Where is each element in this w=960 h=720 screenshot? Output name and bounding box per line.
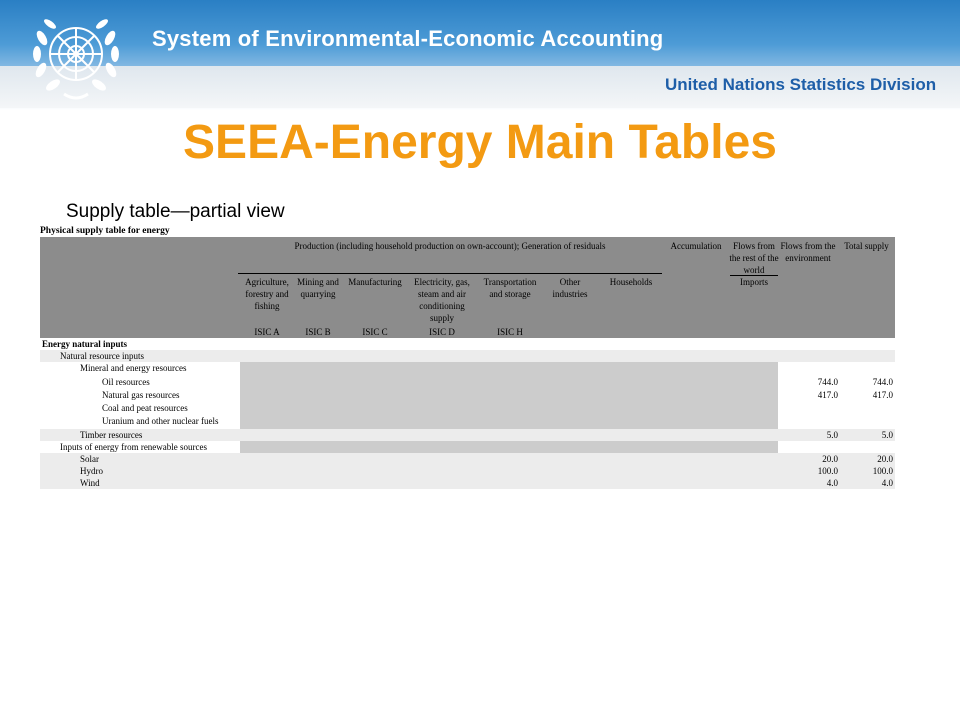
table-title: Physical supply table for energy (40, 226, 170, 236)
row-label: Mineral and energy resources (80, 363, 187, 373)
col-accumulation: Accumulation (670, 241, 722, 251)
isic-d: ISIC D (429, 327, 455, 337)
table-row: Timber resources 5.0 5.0 (40, 429, 895, 441)
group-header: Production (including household producti… (294, 241, 606, 251)
isic-c: ISIC C (362, 327, 388, 337)
col-other-industries: Other industries (552, 277, 588, 299)
slide-subtitle: Supply table—partial view (66, 201, 285, 222)
table-header: Production (including household producti… (40, 237, 895, 338)
row-label: Wind (80, 478, 100, 488)
flows-env-value: 20.0 (822, 454, 838, 464)
row-label: Energy natural inputs (42, 339, 128, 349)
col-mining: Mining and quarrying (297, 277, 339, 299)
group-header-rule (238, 273, 662, 274)
row-label: Coal and peat resources (102, 403, 188, 413)
row-label: Oil resources (102, 377, 150, 387)
table-row: Oil resources 744.0 744.0 (40, 376, 895, 388)
table-row: Solar 20.0 20.0 (40, 453, 895, 465)
col-agriculture: Agriculture, forestry and fishing (245, 277, 289, 311)
row-label: Inputs of energy from renewable sources (60, 442, 208, 452)
isic-a: ISIC A (254, 327, 280, 337)
col-electricity: Electricity, gas, steam and air conditio… (414, 277, 470, 323)
table-row: Uranium and other nuclear fuels (40, 415, 895, 427)
un-emblem-icon (33, 19, 119, 100)
col-flows-rest-of-world: Flows from the rest of the world (729, 241, 779, 275)
flows-env-value: 100.0 (817, 466, 838, 476)
col-households: Households (609, 277, 653, 287)
row-label: Hydro (80, 466, 103, 476)
division-name: United Nations Statistics Division (665, 75, 937, 94)
table-row: Natural resource inputs (40, 350, 895, 362)
table-row: Wind 4.0 4.0 (40, 477, 895, 489)
col-flows-environment: Flows from the environment (780, 241, 836, 263)
isic-b: ISIC B (305, 327, 331, 337)
table-row: Inputs of energy from renewable sources (40, 441, 895, 453)
isic-h: ISIC H (497, 327, 523, 337)
flows-env-value: 4.0 (826, 478, 838, 488)
page-title: SEEA-Energy Main Tables (183, 116, 777, 169)
col-manufacturing: Manufacturing (348, 277, 402, 287)
total-value: 417.0 (872, 390, 893, 400)
table-row: Natural gas resources 417.0 417.0 (40, 389, 895, 401)
system-title: System of Environmental-Economic Account… (152, 26, 664, 51)
total-value: 744.0 (872, 377, 893, 387)
total-value: 5.0 (881, 430, 893, 440)
row-label: Natural gas resources (102, 390, 180, 400)
flows-env-value: 417.0 (817, 390, 838, 400)
col-transport: Transportation and storage (483, 277, 537, 299)
row-label: Uranium and other nuclear fuels (102, 416, 219, 426)
table-row: Energy natural inputs (40, 338, 895, 350)
row-label: Natural resource inputs (60, 351, 144, 361)
col-imports: Imports (740, 277, 768, 287)
col-total-supply: Total supply (844, 241, 889, 251)
table-row: Hydro 100.0 100.0 (40, 465, 895, 477)
flows-env-value: 5.0 (826, 430, 838, 440)
total-value: 4.0 (881, 478, 893, 488)
total-value: 100.0 (872, 466, 893, 476)
flows-env-value: 744.0 (817, 377, 838, 387)
total-value: 20.0 (877, 454, 893, 464)
table-row: Coal and peat resources (40, 402, 895, 414)
row-label: Timber resources (80, 430, 143, 440)
row-label: Solar (80, 454, 99, 464)
table-row: Mineral and energy resources (40, 362, 895, 374)
